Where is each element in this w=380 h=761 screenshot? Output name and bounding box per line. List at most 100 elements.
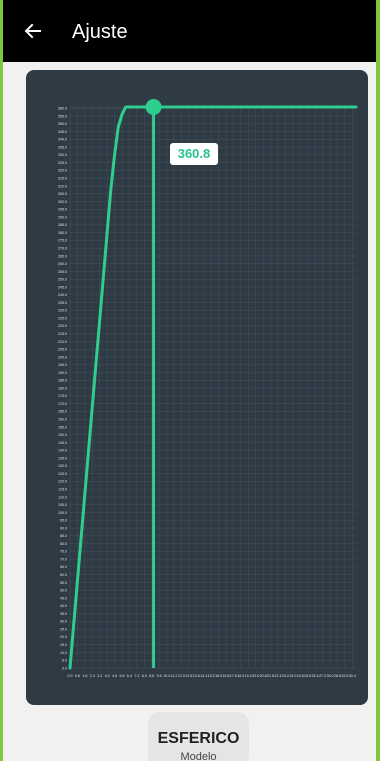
chart-card[interactable]: 0.0 5.0 10.0 15.0 20.0 25.0 30.0 35.0 40.0 45.0 50… [26,70,368,705]
y-tick-label: 205.0 [58,348,67,352]
y-tick-label: 115.0 [58,487,67,491]
x-tick-label: 15.2 [208,674,215,678]
y-tick-label: 50.0 [60,589,67,593]
value-tooltip: 360.8 [170,143,218,165]
y-tick-label: 130.0 [58,464,67,468]
y-tick-label: 55.0 [60,581,67,585]
y-tick-label: 335.0 [58,145,67,149]
x-tick-label: 30.4 [349,674,356,678]
y-tick-label: 360.0 [58,107,67,111]
x-tick-label: 27.2 [319,674,326,678]
x-tick-label: 0.0 [68,674,73,678]
x-tick-label: 11.2 [171,674,178,678]
y-tick-label: 30.0 [60,620,67,624]
y-tick-label: 85.0 [60,534,67,538]
y-tick-label: 105.0 [58,503,67,507]
y-tick-label: 0.0 [62,666,67,670]
y-tick-label: 300.0 [58,200,67,204]
y-tick-label: 210.0 [58,340,67,344]
y-tick-label: 150.0 [58,433,67,437]
y-tick-label: 285.0 [58,223,67,227]
y-tick-label: 330.0 [58,153,67,157]
y-tick-label: 225.0 [58,316,67,320]
y-tick-label: 70.0 [60,557,67,561]
y-tick-label: 295.0 [58,208,67,212]
y-tick-label: 170.0 [58,402,67,406]
y-tick-label: 80.0 [60,542,67,546]
y-tick-label: 120.0 [58,480,67,484]
y-tick-label: 180.0 [58,386,67,390]
model-label: Modelo [180,751,217,761]
y-tick-label: 100.0 [58,511,67,515]
model-selector[interactable]: ESFERICO Modelo [148,712,249,761]
x-tick-label: 3.2 [97,674,102,678]
y-tick-label: 165.0 [58,410,67,414]
y-tick-label: 305.0 [58,192,67,196]
y-tick-label: 220.0 [58,324,67,328]
y-tick-label: 20.0 [60,635,67,639]
x-tick-label: 12.8 [185,674,192,678]
y-tick-label: 95.0 [60,519,67,523]
y-tick-label: 140.0 [58,449,67,453]
y-tick-label: 175.0 [58,394,67,398]
y-tick-label: 10.0 [60,651,67,655]
y-tick-label: 270.0 [58,246,67,250]
x-tick-label: 13.6 [193,674,200,678]
y-tick-label: 315.0 [58,177,67,181]
arrow-left-icon[interactable] [19,17,47,45]
x-tick-label: 28.0 [327,674,334,678]
x-tick-label: 8.0 [142,674,147,678]
y-tick-label: 160.0 [58,418,67,422]
x-tick-label: 18.4 [237,674,244,678]
x-tick-label: 1.6 [82,674,87,678]
x-tick-label: 16.8 [223,674,230,678]
y-tick-label: 155.0 [58,425,67,429]
y-tick-label: 235.0 [58,301,67,305]
y-tick-label: 350.0 [58,122,67,126]
y-tick-label: 290.0 [58,215,67,219]
y-tick-label: 65.0 [60,565,67,569]
y-tick-label: 200.0 [58,355,67,359]
x-tick-label: 7.2 [134,674,139,678]
x-tick-label: 29.6 [341,674,348,678]
x-tick-label: 21.6 [267,674,274,678]
y-tick-label: 325.0 [58,161,67,165]
y-tick-label: 90.0 [60,526,67,530]
y-tick-label: 110.0 [58,495,67,499]
x-tick-label: 24.8 [297,674,304,678]
y-tick-label: 195.0 [58,363,67,367]
page-title: Ajuste [72,21,128,43]
y-tick-label: 275.0 [58,239,67,243]
y-tick-label: 310.0 [58,184,67,188]
y-tick-label: 45.0 [60,596,67,600]
y-tick-label: 240.0 [58,293,67,297]
y-tick-label: 250.0 [58,278,67,282]
y-tick-label: 145.0 [58,441,67,445]
y-tick-label: 340.0 [58,138,67,142]
app-bar: Ajuste [3,0,376,62]
y-tick-label: 230.0 [58,309,67,313]
y-tick-label: 5.0 [62,659,67,663]
y-tick-label: 215.0 [58,332,67,336]
y-tick-label: 355.0 [58,114,67,118]
y-tick-label: 40.0 [60,604,67,608]
y-tick-label: 280.0 [58,231,67,235]
back-arrow-glyph [24,23,41,39]
y-tick-label: 60.0 [60,573,67,577]
y-tick-label: 245.0 [58,285,67,289]
x-tick-label: 10.4 [163,674,170,678]
x-tick-label: 12.0 [178,674,185,678]
y-tick-label: 25.0 [60,627,67,631]
x-tick-label: 6.4 [127,674,132,678]
x-tick-label: 14.4 [200,674,207,678]
app-frame: Ajuste 0.0 5.0 10.0 15.0 20.0 25.0 30.0 35.0 40.… [3,0,376,761]
x-tick-label: 5.6 [120,674,125,678]
highlight-point [145,99,162,115]
x-tick-label: 24.0 [289,674,296,678]
x-tick-label: 22.4 [275,674,282,678]
x-tick-label: 20.0 [252,674,259,678]
fit-chart[interactable]: 0.0 5.0 10.0 15.0 20.0 25.0 30.0 35.0 40.0 45.0 50… [26,70,368,705]
y-tick-label: 75.0 [60,550,67,554]
y-tick-label: 185.0 [58,379,67,383]
y-tick-label: 260.0 [58,262,67,266]
